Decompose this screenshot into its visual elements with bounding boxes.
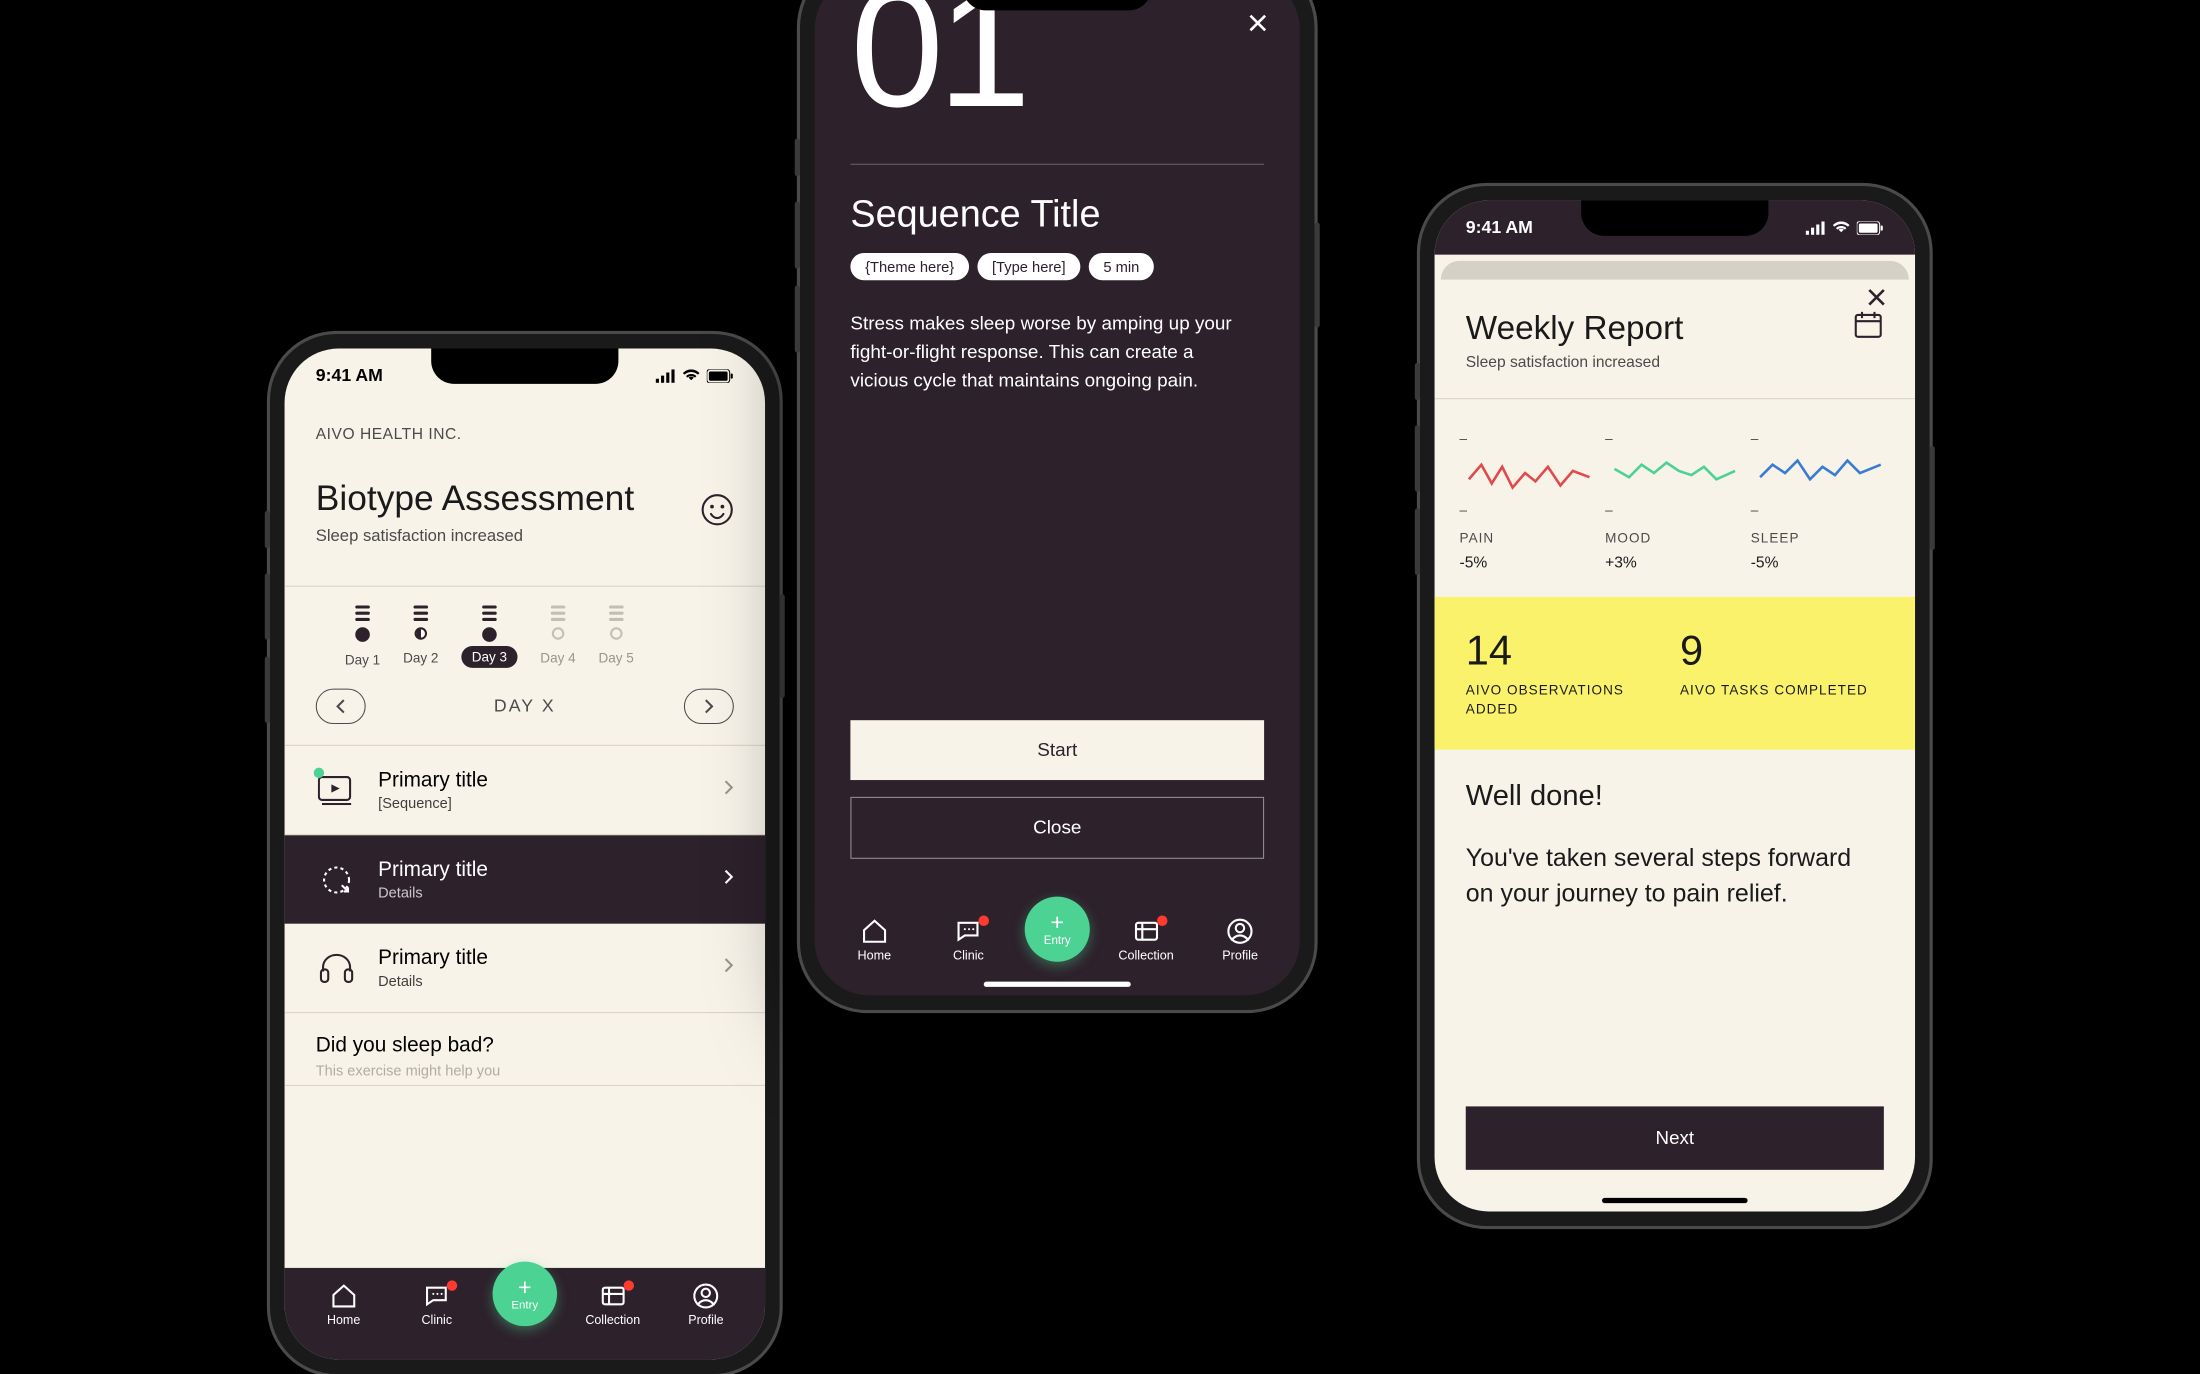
notification-dot bbox=[447, 1280, 457, 1290]
chevron-right-icon bbox=[723, 869, 733, 891]
day-1[interactable]: Day 1 bbox=[345, 605, 380, 667]
sequence-description: Stress makes sleep worse by amping up yo… bbox=[850, 310, 1249, 395]
metric-sleep: – – SLEEP -5% bbox=[1751, 430, 1890, 571]
row-subtitle: [Sequence] bbox=[378, 795, 702, 812]
calendar-icon[interactable] bbox=[1853, 309, 1884, 345]
stat-observations: 14 AIVO OBSERVATIONS ADDED bbox=[1466, 628, 1670, 719]
notification-dot bbox=[1157, 915, 1168, 926]
message-heading: Well done! bbox=[1466, 779, 1884, 812]
row-subtitle: Details bbox=[378, 884, 702, 901]
start-button[interactable]: Start bbox=[850, 720, 1264, 780]
list-item[interactable]: Primary title [Sequence] bbox=[285, 746, 765, 835]
close-icon[interactable] bbox=[1867, 288, 1886, 313]
list-item[interactable]: Primary title Details bbox=[285, 835, 765, 923]
chip-theme: {Theme here} bbox=[850, 253, 968, 280]
close-button[interactable]: Close bbox=[850, 797, 1264, 859]
sheet-handle[interactable] bbox=[1441, 261, 1909, 280]
metric-mood: – – MOOD +3% bbox=[1605, 430, 1744, 571]
question-subtitle: This exercise might help you bbox=[316, 1062, 734, 1079]
metrics-row: – – PAIN -5% – – MOOD +3% – – S bbox=[1435, 398, 1915, 597]
next-button[interactable]: Next bbox=[1466, 1106, 1884, 1169]
question-title: Did you sleep bad? bbox=[316, 1034, 734, 1058]
question-card[interactable]: Did you sleep bad? This exercise might h… bbox=[285, 1013, 765, 1086]
target-icon bbox=[316, 859, 358, 901]
stats-band: 14 AIVO OBSERVATIONS ADDED 9 AIVO TASKS … bbox=[1435, 597, 1915, 750]
status-icons bbox=[1805, 221, 1884, 235]
day-5[interactable]: Day 5 bbox=[599, 605, 634, 667]
day-progress: Day 1 Day 2 Day 3 Day 4 bbox=[285, 586, 765, 668]
day-3[interactable]: Day 3 bbox=[461, 605, 517, 667]
phone-biotype: 9:41 AM AIVO HEALTH INC. Biotype Assessm… bbox=[270, 334, 780, 1374]
page-subtitle: Sleep satisfaction increased bbox=[1466, 353, 1684, 371]
list-item[interactable]: Primary title Details bbox=[285, 924, 765, 1013]
message-body: You've taken several steps forward on yo… bbox=[1466, 842, 1884, 912]
company-name: AIVO HEALTH INC. bbox=[316, 426, 734, 444]
sparkline-pain bbox=[1460, 454, 1599, 494]
phone-weekly-report: 9:41 AM Weekly Report Sleep satisfaction… bbox=[1420, 186, 1930, 1226]
status-time: 9:41 AM bbox=[316, 365, 383, 386]
day-2[interactable]: Day 2 bbox=[403, 605, 438, 667]
chip-type: [Type here] bbox=[977, 253, 1080, 280]
status-time: 9:41 AM bbox=[1466, 217, 1533, 238]
close-icon[interactable] bbox=[1247, 12, 1268, 38]
notification-dot bbox=[979, 915, 990, 926]
tab-profile[interactable]: Profile bbox=[1202, 917, 1278, 962]
tab-clinic[interactable]: Clinic bbox=[931, 917, 1007, 962]
phone-sequence: 01 Sequence Title {Theme here} [Type her… bbox=[800, 0, 1315, 1010]
prev-day-button[interactable] bbox=[316, 689, 366, 724]
chevron-right-icon bbox=[723, 779, 733, 801]
day-4[interactable]: Day 4 bbox=[540, 605, 575, 667]
chip-duration: 5 min bbox=[1089, 253, 1154, 280]
tab-entry[interactable]: + Entry bbox=[493, 1262, 557, 1326]
page-title: Biotype Assessment bbox=[316, 479, 634, 520]
page-title: Weekly Report bbox=[1466, 309, 1684, 347]
page-subtitle: Sleep satisfaction increased bbox=[316, 527, 634, 546]
next-day-button[interactable] bbox=[684, 689, 734, 724]
day-nav: DAY X bbox=[285, 668, 765, 745]
row-title: Primary title bbox=[378, 769, 702, 793]
plus-icon: + bbox=[518, 1276, 531, 1299]
stat-tasks: 9 AIVO TASKS COMPLETED bbox=[1680, 628, 1884, 719]
header: Weekly Report Sleep satisfaction increas… bbox=[1435, 280, 1915, 399]
smile-icon[interactable] bbox=[701, 493, 734, 531]
sequence-number: 01 bbox=[850, 0, 1264, 132]
current-day-label: DAY X bbox=[494, 696, 556, 717]
metric-pain: – – PAIN -5% bbox=[1460, 430, 1599, 571]
tab-entry[interactable]: + Entry bbox=[1025, 897, 1090, 962]
tab-bar: Home Clinic + Entry Collection Profile bbox=[285, 1268, 765, 1360]
tag-row: {Theme here} [Type here] 5 min bbox=[850, 253, 1264, 280]
notification-dot bbox=[623, 1280, 633, 1290]
row-subtitle: Details bbox=[378, 973, 702, 990]
header: AIVO HEALTH INC. Biotype Assessment Slee… bbox=[285, 403, 765, 567]
row-title: Primary title bbox=[378, 858, 702, 882]
sequence-title: Sequence Title bbox=[850, 192, 1264, 236]
headphones-icon bbox=[316, 947, 358, 989]
row-title: Primary title bbox=[378, 947, 702, 971]
tab-home[interactable]: Home bbox=[837, 917, 913, 962]
video-icon bbox=[316, 769, 358, 811]
sparkline-mood bbox=[1605, 454, 1744, 494]
tab-collection[interactable]: Collection bbox=[1108, 917, 1184, 962]
message-block: Well done! You've taken several steps fo… bbox=[1435, 750, 1915, 1106]
chevron-right-icon bbox=[723, 957, 733, 979]
plus-icon: + bbox=[1050, 911, 1064, 934]
sparkline-sleep bbox=[1751, 454, 1890, 494]
divider bbox=[850, 164, 1264, 165]
task-list: Primary title [Sequence] Primary title D… bbox=[285, 745, 765, 1086]
status-icons bbox=[655, 369, 734, 383]
